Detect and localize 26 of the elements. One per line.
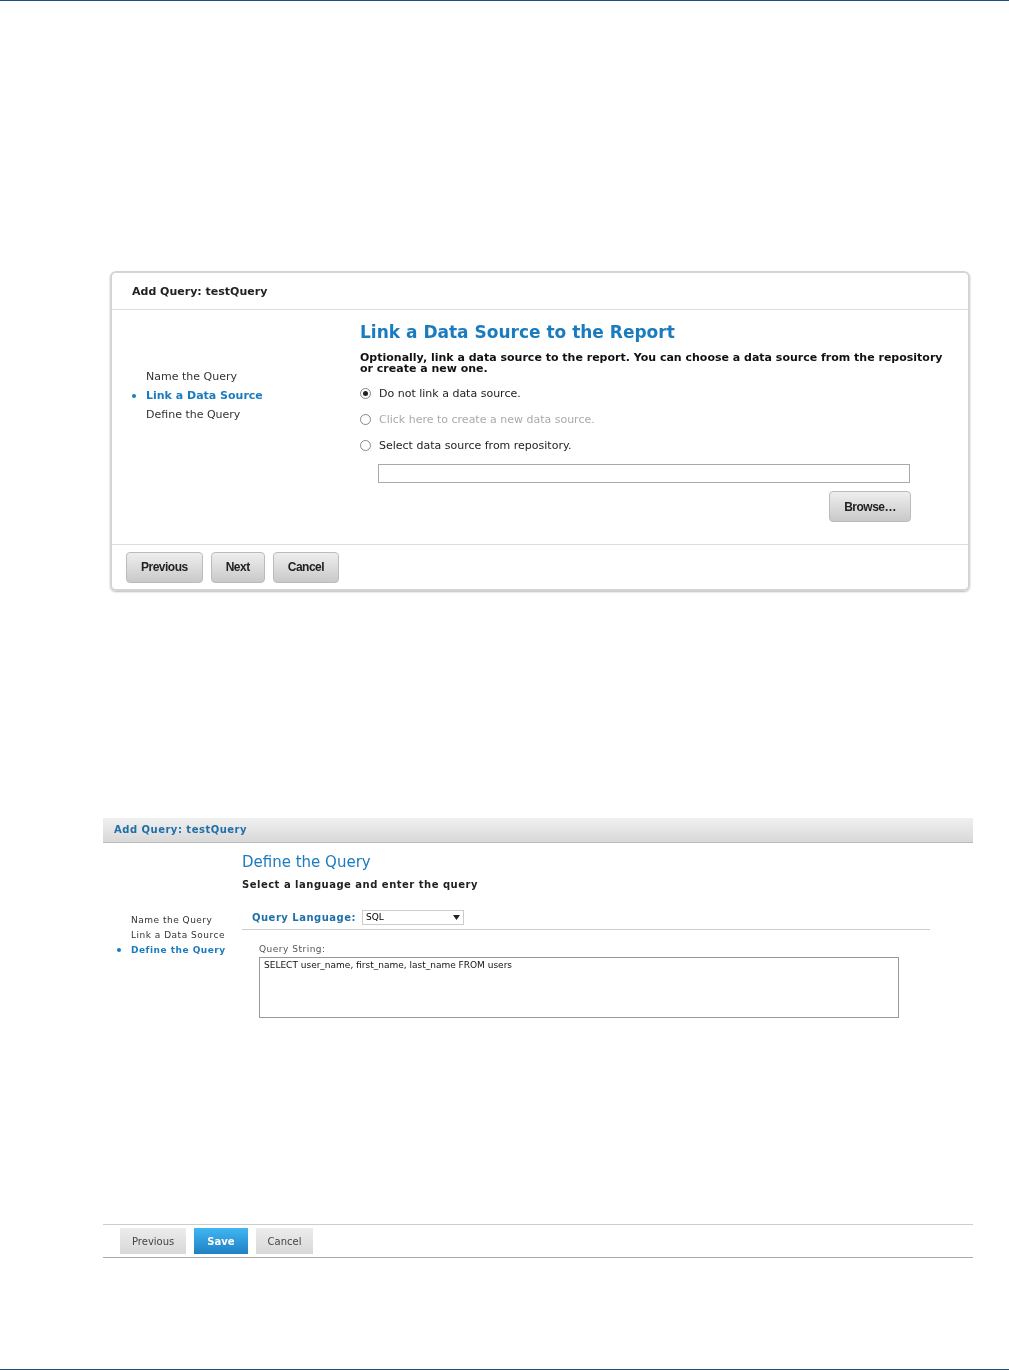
instruction-text: Select a language and enter the query (242, 878, 479, 890)
wizard-button[interactable]: Next (210, 551, 265, 583)
radio-option[interactable]: Do not link a data source. (360, 380, 968, 406)
query-textarea[interactable]: SELECT user_name, first_name, last_name FROM users (259, 956, 899, 1018)
dialog-title: Add Query: testQuery (112, 273, 968, 310)
wizard-step[interactable]: Name the Query (103, 914, 242, 925)
wizard-button[interactable]: Cancel (272, 551, 340, 583)
query-label: Query String: (259, 943, 327, 954)
wizard-button[interactable]: Previous (126, 551, 203, 583)
wizard-step[interactable]: Define the Query (112, 408, 360, 421)
radio-option[interactable]: Select data source from repository. (360, 432, 968, 458)
language-label: Query Language: (252, 911, 357, 923)
wizard-step[interactable]: Name the Query (112, 370, 360, 383)
wizard-button[interactable]: Previous (120, 1228, 187, 1254)
language-dropdown[interactable]: SQL (362, 909, 465, 925)
wizard-step[interactable]: Define the Query (103, 944, 242, 955)
repository-field[interactable] (378, 464, 910, 483)
dialog-title-bar: Add Query: testQuery (103, 818, 973, 843)
caret-icon (453, 914, 461, 920)
section-heading: Define the Query (242, 852, 372, 871)
instruction-text: Optionally, link a data source to the report. You can choose a data source from the repository or create a new one. (360, 352, 944, 374)
wizard-step[interactable]: Link a Data Source (103, 929, 242, 940)
browse-button[interactable]: Browse… (829, 491, 911, 522)
wizard-button[interactable]: Cancel (255, 1228, 314, 1254)
wizard-step[interactable]: Link a Data Source (112, 389, 360, 402)
section-heading: Link a Data Source to the Report (360, 322, 676, 342)
